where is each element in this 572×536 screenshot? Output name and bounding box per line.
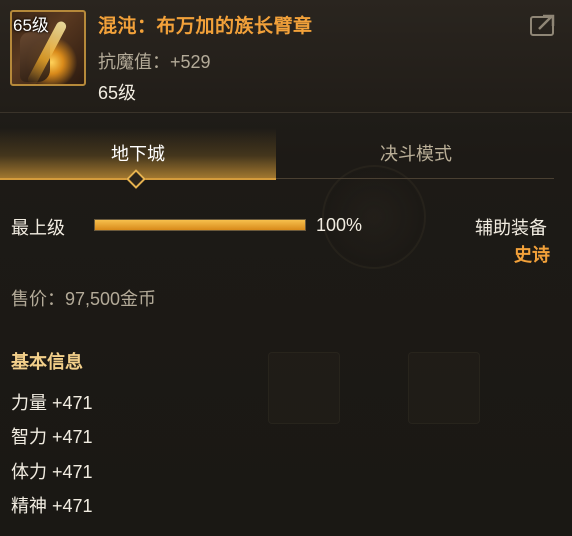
item-level-badge: 65级 bbox=[13, 16, 49, 35]
background-slot bbox=[408, 352, 480, 424]
grade-percent: 100% bbox=[316, 215, 363, 235]
item-header: 65级 混沌：布万加的族长臂章 抗魔值：+529 65级 bbox=[0, 0, 572, 113]
sell-price: 售价：97,500金币 bbox=[11, 289, 157, 309]
mode-tabs: 地下城 决斗模式 bbox=[0, 128, 554, 180]
grade-label: 最上级 bbox=[11, 218, 65, 238]
grade-progress-fill bbox=[95, 220, 305, 230]
stat-strength: 力量 +471 bbox=[11, 393, 93, 413]
item-tooltip-panel: 65级 混沌：布万加的族长臂章 抗魔值：+529 65级 地下城 决斗模式 最上… bbox=[0, 0, 572, 536]
stat-spirit: 精神 +471 bbox=[11, 496, 93, 516]
share-button[interactable] bbox=[529, 12, 559, 38]
tab-pvp[interactable]: 决斗模式 bbox=[278, 128, 554, 178]
stat-intelligence: 智力 +471 bbox=[11, 427, 93, 447]
item-name: 混沌：布万加的族长臂章 bbox=[98, 16, 313, 37]
share-icon bbox=[530, 14, 555, 36]
magic-resist-stat: 抗魔值：+529 bbox=[98, 52, 211, 72]
grade-progress-bar bbox=[94, 219, 306, 231]
basic-info-title: 基本信息 bbox=[11, 352, 83, 372]
stat-vitality: 体力 +471 bbox=[11, 462, 93, 482]
slot-type: 辅助装备 bbox=[475, 218, 547, 238]
rarity-label: 史诗 bbox=[514, 245, 550, 265]
item-level: 65级 bbox=[98, 83, 137, 103]
background-slot bbox=[268, 352, 340, 424]
